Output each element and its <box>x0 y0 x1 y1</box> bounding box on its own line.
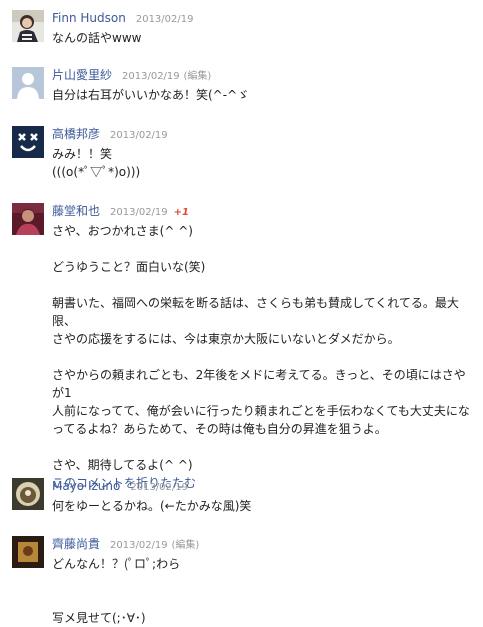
comment-text: 人前になってて、俺が会いに行ったり頼まれごとを手伝わなくても大丈夫にな <box>52 404 470 418</box>
comment-body: さや、おつかれさま(^ ^) どうゆうこと？面白いな(笑) 朝書いた、福岡への栄… <box>52 222 477 492</box>
comment-body: みみ！！笑 (((o(*ﾟ▽ﾟ*)o))) <box>52 145 477 181</box>
comment-text: さや、おつかれさま(^ ^) <box>52 224 193 238</box>
comment-text: どんなん！？(ﾟロﾟ;わら <box>52 557 181 571</box>
comment-text: 朝書いた、福岡への栄転を断る話は、さくらも弟も賛成してくれてる。最大限、 <box>52 296 459 328</box>
user-photo-icon <box>12 536 44 568</box>
comment-text: どうゆうこと？面白いな(笑) <box>52 260 206 274</box>
comment-text: なんの話やwww <box>52 31 142 45</box>
comment-header: 高橋邦彦 2013/02/19 <box>52 126 168 144</box>
comment-text: 自分は右耳がいいかなあ！笑(^-^ゞ <box>52 88 250 102</box>
timestamp[interactable]: 2013/02/19 <box>110 540 168 551</box>
comment-header: Finn Hudson 2013/02/19 <box>52 10 193 28</box>
author-name[interactable]: Finn Hudson <box>52 11 126 25</box>
timestamp[interactable]: 2013/02/19 <box>110 207 168 218</box>
comment-header: 片山愛里紗 2013/02/19 (編集) <box>52 67 211 85</box>
author-name[interactable]: Mayo Izuno <box>52 479 120 493</box>
comment-header: 齊藤尚貴 2013/02/19 (編集) <box>52 536 199 554</box>
comment-body: 何をゆーとるかね。(←たかみな風)笑 <box>52 497 477 515</box>
comment-text: みみ！！笑 <box>52 147 113 161</box>
comment-header: 藤堂和也 2013/02/19 +1 <box>52 203 189 221</box>
author-name[interactable]: 藤堂和也 <box>52 204 100 218</box>
comment-body: 自分は右耳がいいかなあ！笑(^-^ゞ <box>52 86 477 104</box>
user-photo-icon <box>12 10 44 42</box>
comment-body: なんの話やwww <box>52 29 477 47</box>
avatar[interactable] <box>12 67 44 99</box>
comment-text: さや、期待してるよ(^ ^) <box>52 458 193 472</box>
comment-text: (((o(*ﾟ▽ﾟ*)o))) <box>52 165 141 179</box>
comment-text: ってるよね？あらためて、その時は俺も自分の昇進を狙うよ。 <box>52 422 387 436</box>
face-avatar-icon <box>12 126 44 158</box>
avatar[interactable] <box>12 536 44 568</box>
avatar[interactable] <box>12 478 44 510</box>
avatar[interactable] <box>12 203 44 235</box>
comment-text: 写メ見せて(;･∀･) <box>52 611 146 625</box>
comment-text: さやの応援をするには、今は東京か大阪にいないとダメだから。 <box>52 332 400 346</box>
edited-label: (編集) <box>171 540 200 551</box>
author-name[interactable]: 齊藤尚貴 <box>52 537 100 551</box>
comment-body: どんなん！？(ﾟロﾟ;わら 写メ見せて(;･∀･) <box>52 555 477 627</box>
timestamp[interactable]: 2013/02/19 <box>110 130 168 141</box>
timestamp[interactable]: 2013/02/19 <box>122 71 180 82</box>
author-name[interactable]: 片山愛里紗 <box>52 68 112 82</box>
timestamp[interactable]: 2013/02/19 <box>136 14 194 25</box>
user-photo-icon <box>12 478 44 510</box>
avatar[interactable] <box>12 126 44 158</box>
avatar[interactable] <box>12 10 44 42</box>
author-name[interactable]: 高橋邦彦 <box>52 127 100 141</box>
plus-one-count[interactable]: +1 <box>174 207 189 218</box>
comment-text: 何をゆーとるかね。(←たかみな風)笑 <box>52 499 252 513</box>
timestamp[interactable]: 2013/02/19 <box>130 482 188 493</box>
default-avatar-icon <box>12 67 44 99</box>
edited-label: (編集) <box>183 71 212 82</box>
comment-header: Mayo Izuno 2013/02/19 <box>52 478 188 496</box>
user-photo-icon <box>12 203 44 235</box>
comment-text: さやからの頼まれごとも、2年後をメドに考えてる。きっと、その頃にはさやが1 <box>52 368 466 400</box>
